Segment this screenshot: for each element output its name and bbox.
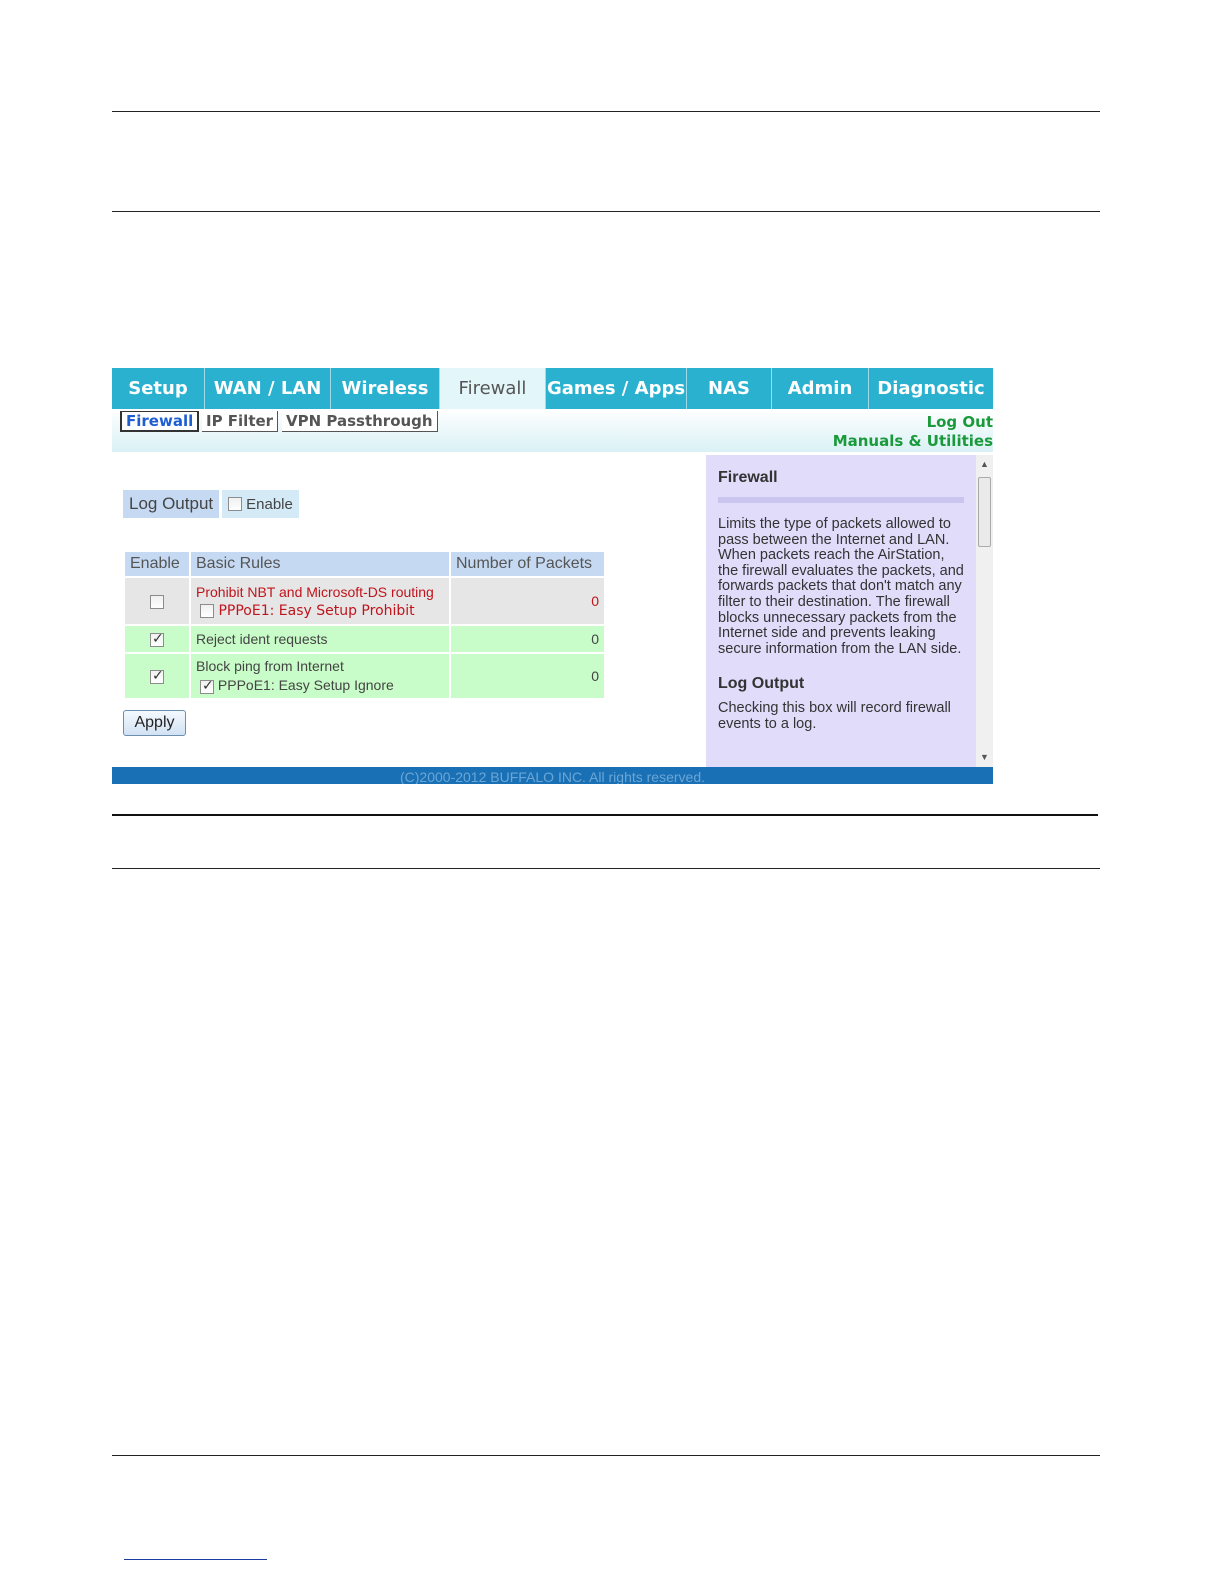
tab-wireless[interactable]: Wireless xyxy=(331,368,440,409)
rule-enable-checkbox-ident[interactable] xyxy=(150,631,164,648)
top-navigation: Setup WAN / LAN Wireless Firewall Games … xyxy=(112,368,993,409)
rule-name: Prohibit NBT and Microsoft-DS routing xyxy=(196,583,434,600)
rule-sub-option: PPPoE1: Easy Setup Ignore xyxy=(196,677,444,694)
header-number-of-packets: Number of Packets xyxy=(451,552,604,576)
rule-sub-label: PPPoE1: Easy Setup Ignore xyxy=(217,677,394,694)
packets-cell: 0 xyxy=(451,654,604,698)
help-panel: Firewall Limits the type of packets allo… xyxy=(706,455,976,767)
tab-wan-lan[interactable]: WAN / LAN xyxy=(205,368,331,409)
help-body: Limits the type of packets allowed to pa… xyxy=(718,516,964,657)
table-row: Block ping from Internet PPPoE1: Easy Se… xyxy=(125,654,604,698)
packets-cell: 0 xyxy=(451,578,604,624)
rule-sub-option: PPPoE1: Easy Setup Prohibit xyxy=(196,603,444,619)
packets-cell: 0 xyxy=(451,626,604,652)
page-rule-2 xyxy=(112,211,1100,212)
basic-rules-table: Enable Basic Rules Number of Packets Pro… xyxy=(123,550,606,700)
rule-name: Block ping from Internet xyxy=(196,658,344,675)
help-log-title: Log Output xyxy=(718,675,805,693)
rule-name: Reject ident requests xyxy=(191,626,449,652)
subtab-ip-filter[interactable]: IP Filter xyxy=(202,411,279,432)
tab-admin[interactable]: Admin xyxy=(772,368,869,409)
rule-sub-label: PPPoE1: Easy Setup Prohibit xyxy=(218,602,415,619)
scroll-up-icon[interactable]: ▲ xyxy=(980,459,989,469)
enable-cell xyxy=(125,626,189,652)
rule-cell: Block ping from Internet PPPoE1: Easy Se… xyxy=(191,654,449,698)
log-output-enable-label: Enable xyxy=(246,495,293,513)
tab-games-apps[interactable]: Games / Apps xyxy=(546,368,687,409)
help-log-body: Checking this box will record firewall e… xyxy=(718,700,951,732)
page-rule-top xyxy=(112,111,1100,112)
tab-diagnostic[interactable]: Diagnostic xyxy=(869,368,993,409)
header-enable: Enable xyxy=(125,552,189,576)
rule-enable-checkbox-nbt[interactable] xyxy=(150,595,164,610)
page-footnote-rule xyxy=(124,1559,267,1560)
log-output-label: Log Output xyxy=(123,490,220,518)
log-output-checkbox[interactable] xyxy=(228,497,243,511)
pppoe-ignore-checkbox[interactable] xyxy=(200,678,214,694)
logout-link[interactable]: Log Out xyxy=(927,413,993,431)
scroll-thumb[interactable] xyxy=(978,477,991,547)
table-row: Reject ident requests 0 xyxy=(125,626,604,652)
table-row: Prohibit NBT and Microsoft-DS routing PP… xyxy=(125,578,604,624)
enable-cell xyxy=(125,654,189,698)
apply-button[interactable]: Apply xyxy=(123,710,186,736)
tab-setup[interactable]: Setup xyxy=(112,368,205,409)
tab-nas[interactable]: NAS xyxy=(687,368,772,409)
subtab-firewall[interactable]: Firewall xyxy=(120,411,200,432)
page-rule-3 xyxy=(112,814,1098,816)
page-rule-4 xyxy=(112,868,1100,869)
sub-navigation: Firewall IP Filter VPN Passthrough Log O… xyxy=(112,409,993,452)
router-ui-screenshot: Setup WAN / LAN Wireless Firewall Games … xyxy=(112,368,993,784)
manuals-utilities-link[interactable]: Manuals & Utilities xyxy=(833,432,993,450)
log-output-row: Log Output Enable xyxy=(123,490,299,518)
rule-enable-checkbox-ping[interactable] xyxy=(150,668,164,685)
tab-firewall[interactable]: Firewall xyxy=(440,368,546,409)
page-rule-bottom xyxy=(112,1455,1100,1456)
scroll-down-icon[interactable]: ▼ xyxy=(980,752,989,762)
help-title: Firewall xyxy=(718,469,778,486)
copyright-footer: (C)2000-2012 BUFFALO INC. All rights res… xyxy=(112,767,993,784)
help-divider xyxy=(718,497,964,503)
rule-cell: Prohibit NBT and Microsoft-DS routing PP… xyxy=(191,578,449,624)
pppoe-prohibit-checkbox[interactable] xyxy=(200,603,214,618)
subtab-vpn-passthrough[interactable]: VPN Passthrough xyxy=(282,411,438,432)
help-scrollbar[interactable]: ▲ ▼ xyxy=(976,455,993,767)
log-output-value: Enable xyxy=(222,490,299,518)
enable-cell xyxy=(125,578,189,624)
header-basic-rules: Basic Rules xyxy=(191,552,449,576)
table-header-row: Enable Basic Rules Number of Packets xyxy=(125,552,604,576)
